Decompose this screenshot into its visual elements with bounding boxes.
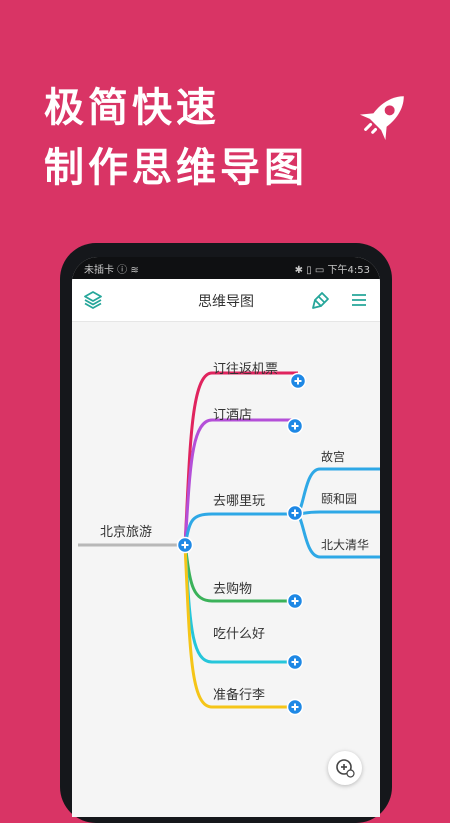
- sub-node-2[interactable]: 颐和园: [321, 492, 357, 506]
- branch-1-expand-button[interactable]: [289, 372, 307, 390]
- branch-5-expand-button[interactable]: [286, 653, 304, 671]
- branch-node-6[interactable]: 准备行李: [213, 687, 265, 703]
- branch-node-1[interactable]: 订往返机票: [213, 362, 278, 377]
- branch-node-5[interactable]: 吃什么好: [213, 626, 265, 642]
- root-node[interactable]: 北京旅游: [100, 525, 152, 540]
- rocket-icon: [359, 96, 404, 141]
- branch-node-2[interactable]: 订酒店: [213, 408, 252, 423]
- branch-2-expand-button[interactable]: [286, 417, 304, 435]
- mind-map-canvas: 北京旅游 订往返机票 订酒店 去哪里玩 去购物 吃什么好 准备行李 故宫 颐和园…: [78, 362, 380, 716]
- root-expand-button[interactable]: [176, 536, 194, 554]
- branch-node-4[interactable]: 去购物: [213, 581, 252, 597]
- branch-node-3[interactable]: 去哪里玩: [213, 494, 265, 509]
- branch-3-expand-button[interactable]: [286, 504, 304, 522]
- add-node-button[interactable]: [328, 751, 362, 785]
- branch-6-expand-button[interactable]: [286, 698, 304, 716]
- phone-screen: 未插卡 ⓘ ≋ ✱ ▯ ▭ 下午4:53 思维导图 北京旅游 订往返机票 订酒店…: [72, 257, 380, 817]
- headline-line-1: 极简快速: [44, 85, 220, 131]
- sub-node-1[interactable]: 故宫: [321, 449, 345, 464]
- sub-node-3[interactable]: 北大清华: [321, 538, 369, 552]
- branch-4-expand-button[interactable]: [286, 592, 304, 610]
- headline-line-2: 制作思维导图: [44, 145, 308, 191]
- zoom-add-icon: [336, 759, 355, 778]
